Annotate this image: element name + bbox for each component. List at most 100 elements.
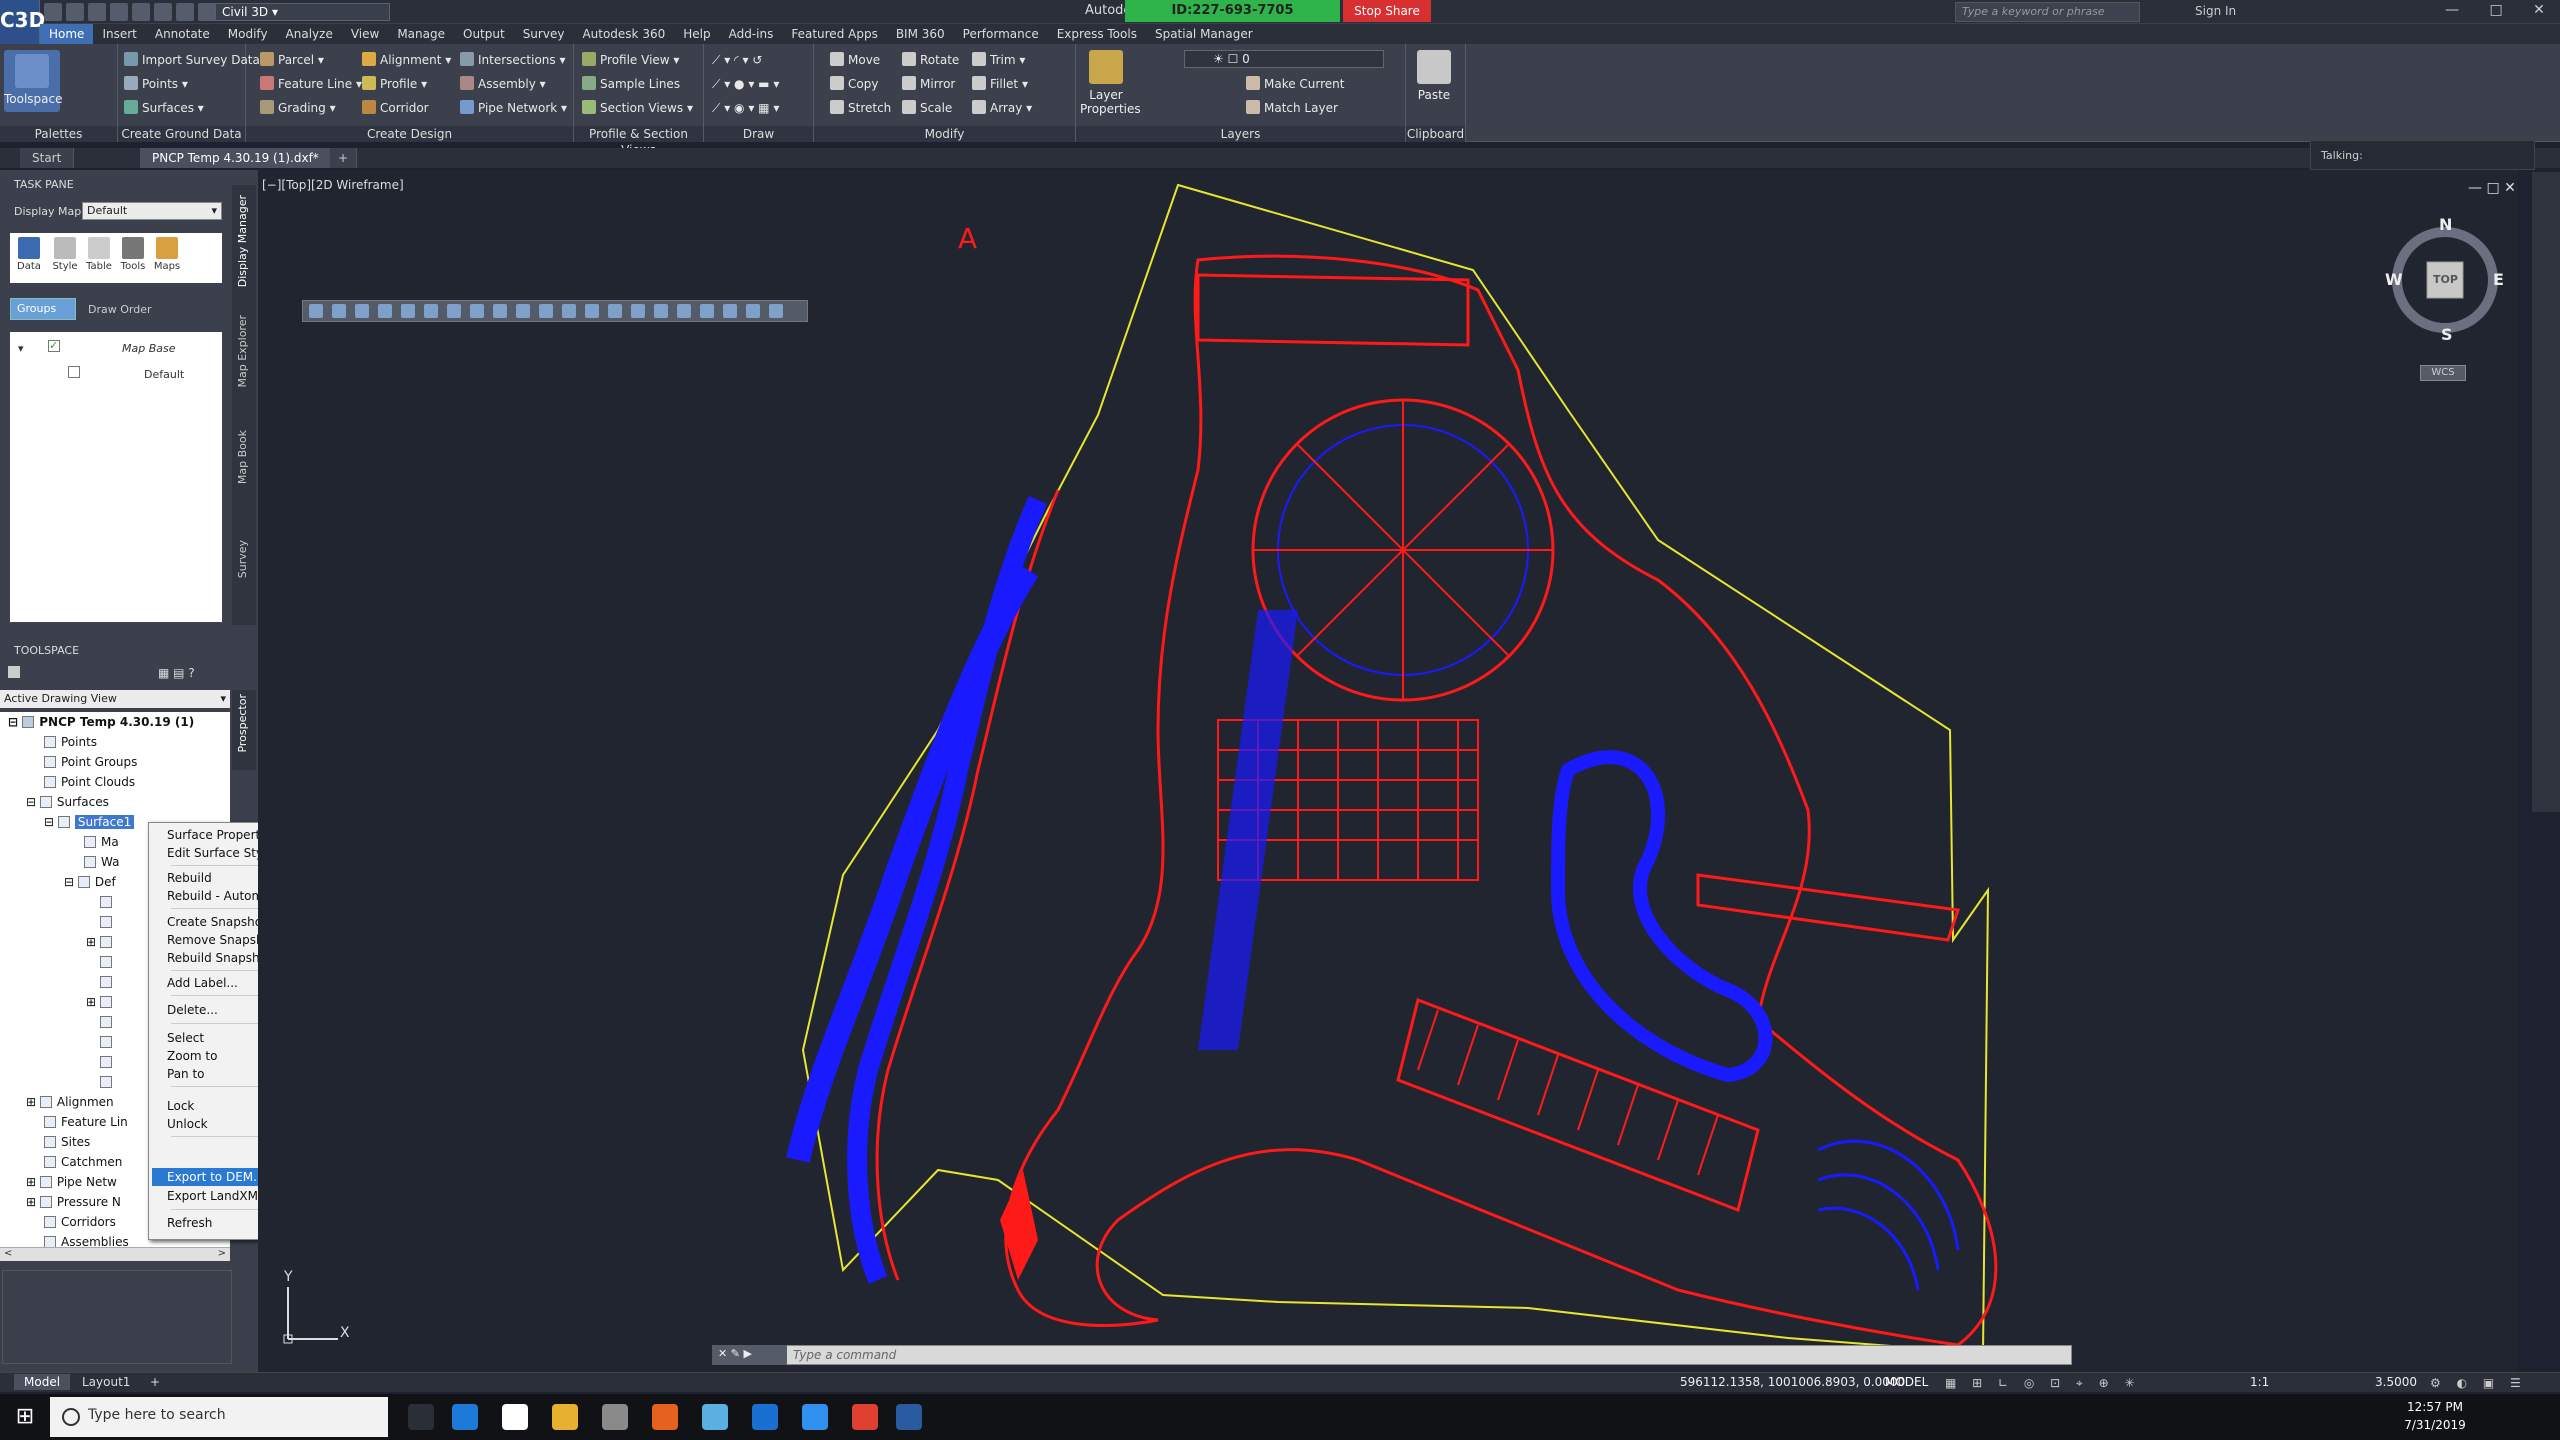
layout-tab-model[interactable]: Model (14, 1374, 71, 1390)
create-design-title[interactable]: Create Design (246, 126, 573, 142)
paste-button[interactable]: Paste (1408, 50, 1460, 102)
tab-start[interactable]: Start (20, 148, 75, 168)
parcel-button[interactable]: Parcel ▾ (260, 52, 324, 68)
maps-button[interactable]: Maps (152, 237, 182, 272)
vtab-prospector[interactable]: Prospector (236, 694, 249, 753)
tool-icon[interactable] (608, 304, 622, 318)
vp-minimize-icon[interactable]: — (2468, 180, 2482, 196)
help-search-input[interactable]: Type a keyword or phrase (1955, 2, 2140, 22)
tree-feature-lines[interactable]: Feature Lin (44, 1115, 128, 1129)
tab-autodesk-360[interactable]: Autodesk 360 (573, 24, 674, 44)
expand-icon[interactable]: ▾ (18, 342, 24, 355)
cmd-recent-icon[interactable]: ▶ (743, 1347, 751, 1360)
command-line-input[interactable]: Type a command (712, 1345, 2072, 1365)
zoom-value[interactable]: 3.5000 (2375, 1375, 2417, 1389)
tab-annotate[interactable]: Annotate (146, 24, 219, 44)
create-ground-data-title[interactable]: Create Ground Data (118, 126, 245, 142)
tab-analyze[interactable]: Analyze (277, 24, 342, 44)
toolspace-tree-icon[interactable]: ▦ (158, 666, 169, 680)
tree-points[interactable]: Points (44, 735, 97, 749)
tab-modify[interactable]: Modify (219, 24, 277, 44)
tab-insert[interactable]: Insert (93, 24, 145, 44)
profile-button[interactable]: Profile ▾ (362, 76, 427, 92)
add-layout-button[interactable]: + (140, 1374, 170, 1390)
grading-button[interactable]: Grading ▾ (260, 100, 336, 116)
stop-share-button[interactable]: Stop Share (1343, 0, 1431, 22)
save-icon[interactable] (88, 3, 106, 21)
modify-title[interactable]: Modify (814, 126, 1075, 142)
vtab-display-manager[interactable]: Display Manager (236, 195, 249, 287)
tab-view[interactable]: View (342, 24, 388, 44)
tree-def-item[interactable] (100, 1035, 117, 1049)
tool-icon[interactable] (424, 304, 438, 318)
layout-tab-layout1[interactable]: Layout1 (72, 1374, 140, 1390)
tools-button[interactable]: Tools (118, 237, 148, 272)
windows-start-button[interactable]: ⊞ (0, 1394, 50, 1440)
drawing-viewport[interactable]: A (258, 170, 2518, 1375)
clipboard-title[interactable]: Clipboard (1406, 126, 1465, 142)
stretch-button[interactable]: Stretch (830, 100, 891, 116)
edge-icon[interactable] (752, 1404, 778, 1430)
tab-drawing[interactable]: PNCP Temp 4.30.19 (1).dxf* (140, 148, 332, 168)
tab-performance[interactable]: Performance (954, 24, 1048, 44)
vtab-map-explorer[interactable]: Map Explorer (236, 315, 249, 388)
style-button[interactable]: Style (50, 237, 80, 272)
tool-icon[interactable] (378, 304, 392, 318)
undo-icon[interactable] (154, 3, 172, 21)
vtab-survey[interactable]: Survey (236, 540, 249, 578)
tree-definition[interactable]: ⊟ Def (64, 875, 116, 889)
tool-icon[interactable] (654, 304, 668, 318)
table-button[interactable]: Table (84, 237, 114, 272)
save-as-icon[interactable] (110, 3, 128, 21)
tool-icon[interactable] (401, 304, 415, 318)
tree-def-item[interactable]: ⊞ (86, 995, 117, 1009)
vp-restore-icon[interactable]: □ (2486, 180, 2499, 196)
tool-icon[interactable] (723, 304, 737, 318)
new-icon[interactable] (44, 3, 62, 21)
open-icon[interactable] (66, 3, 84, 21)
sample-lines-button[interactable]: Sample Lines (582, 76, 680, 92)
display-map-select[interactable]: Default ▾ (82, 202, 222, 220)
tool-icon[interactable] (769, 304, 783, 318)
task-view-icon[interactable] (408, 1404, 434, 1430)
tab-help[interactable]: Help (674, 24, 719, 44)
new-tab-button[interactable]: + (330, 148, 358, 168)
draw-title[interactable]: Draw (704, 126, 813, 142)
tool-icon[interactable] (539, 304, 553, 318)
tool-icon[interactable] (447, 304, 461, 318)
data-button[interactable]: Data (14, 237, 44, 272)
palettes-title[interactable]: Palettes (0, 126, 117, 142)
vp-close-icon[interactable]: ✕ (2504, 180, 2516, 196)
fillet-button[interactable]: Fillet ▾ (972, 76, 1028, 92)
trim-button[interactable]: Trim ▾ (972, 52, 1025, 68)
tree-def-item[interactable] (100, 895, 117, 909)
tree-point-clouds[interactable]: Point Clouds (44, 775, 135, 789)
tab-survey[interactable]: Survey (514, 24, 574, 44)
taskbar-search[interactable]: Type here to search (50, 1397, 388, 1437)
points-button[interactable]: Points ▾ (124, 76, 188, 92)
zoom-app-icon[interactable] (802, 1404, 828, 1430)
tool-icon[interactable] (516, 304, 530, 318)
model-space-toggle[interactable]: MODEL (1885, 1375, 1928, 1389)
alignment-button[interactable]: Alignment ▾ (362, 52, 451, 68)
tab-express-tools[interactable]: Express Tools (1048, 24, 1146, 44)
tab-spatial-manager[interactable]: Spatial Manager (1146, 24, 1262, 44)
tool-icon[interactable] (493, 304, 507, 318)
array-button[interactable]: Array ▾ (972, 100, 1032, 116)
cmd-customize-icon[interactable]: ✎ (731, 1347, 740, 1360)
app-icon[interactable] (702, 1404, 728, 1430)
sign-in-link[interactable]: Sign In (2195, 4, 2236, 18)
restore-icon[interactable]: □ (2490, 2, 2503, 18)
import-survey-data-button[interactable]: Import Survey Data (124, 52, 260, 68)
default-checkbox[interactable] (68, 366, 80, 378)
cmd-close-icon[interactable]: ✕ (718, 1347, 727, 1360)
feature-line-button[interactable]: Feature Line ▾ (260, 76, 362, 92)
compass-south[interactable]: S (2441, 325, 2453, 344)
minimize-icon[interactable]: — (2445, 2, 2459, 18)
tree-def-item[interactable] (100, 1075, 117, 1089)
tree-catchments[interactable]: Catchmen (44, 1155, 122, 1169)
tab-featured-apps[interactable]: Featured Apps (782, 24, 886, 44)
workspace-dropdown[interactable]: Civil 3D ▾ (215, 3, 390, 21)
status-tray-icons[interactable]: ⚙ ◐ ▣ ☰ (2430, 1376, 2527, 1390)
section-views-button[interactable]: Section Views ▾ (582, 100, 693, 116)
